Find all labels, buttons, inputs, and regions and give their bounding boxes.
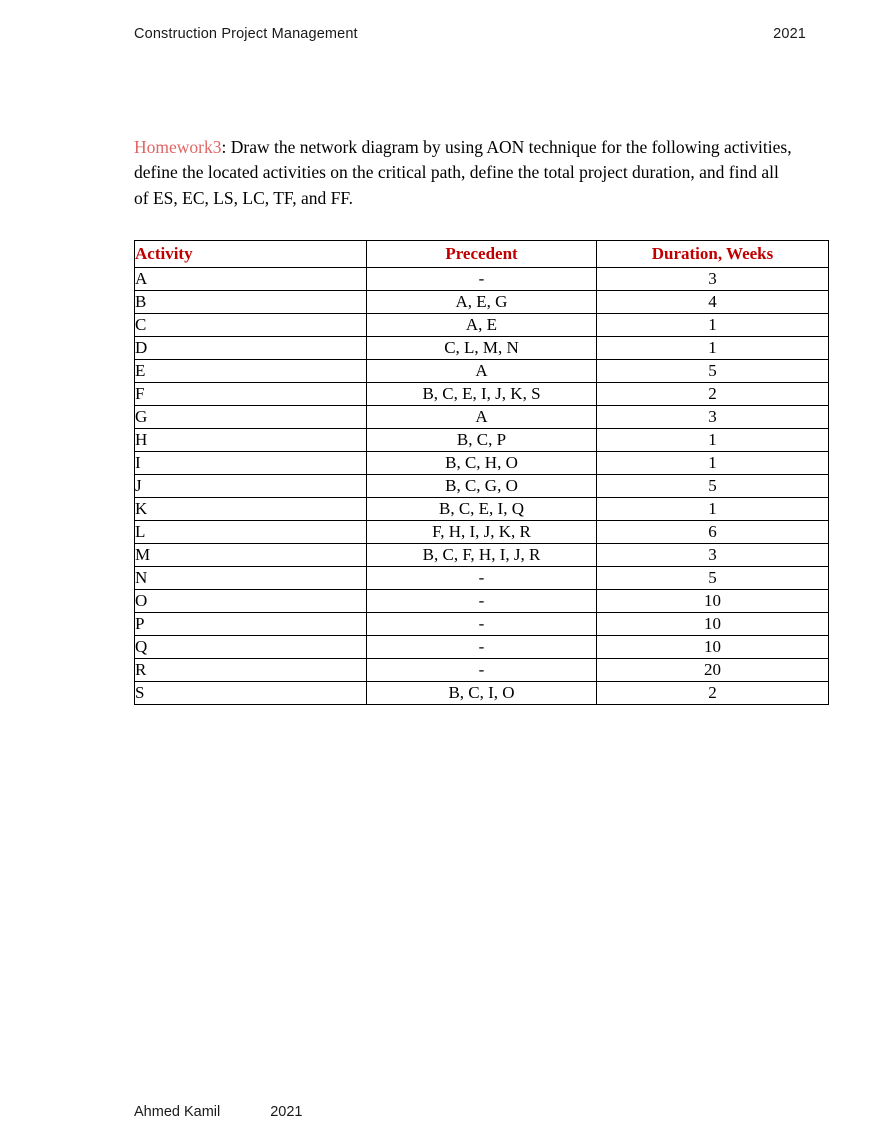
cell-duration: 1 xyxy=(596,497,829,521)
document-page: Construction Project Management 2021 Hom… xyxy=(0,0,891,1126)
cell-activity: B xyxy=(134,290,367,314)
column-header-precedent: Precedent xyxy=(366,240,597,268)
footer-author: Ahmed Kamil xyxy=(134,1104,221,1120)
column-header-duration: Duration, Weeks xyxy=(596,240,829,268)
table-row: M B, C, F, H, I, J, R3 xyxy=(134,543,829,567)
cell-activity: D xyxy=(134,336,367,360)
table-header-row-group: Activity Precedent Duration, Weeks xyxy=(134,240,829,268)
cell-activity: K xyxy=(134,497,367,521)
prompt-body: Draw the network diagram by using AON te… xyxy=(134,136,792,208)
cell-duration: 1 xyxy=(596,336,829,360)
header-title: Construction Project Management xyxy=(134,26,358,42)
table-row: I B, C, H, O1 xyxy=(134,451,829,475)
homework-label: Homework3 xyxy=(134,136,222,157)
table-row: K B, C, E, I, Q1 xyxy=(134,497,829,521)
table-row: C A, E1 xyxy=(134,313,829,337)
cell-activity: G xyxy=(134,405,367,429)
cell-duration: 3 xyxy=(596,405,829,429)
table-row: N-5 xyxy=(134,566,829,590)
table-row: O -10 xyxy=(134,589,829,613)
cell-duration: 5 xyxy=(596,566,829,590)
table-row: S B, C, I, O2 xyxy=(134,681,829,705)
cell-activity: C xyxy=(134,313,367,337)
cell-activity: A xyxy=(134,267,367,291)
cell-precedent: B, C, F, H, I, J, R xyxy=(366,543,597,567)
cell-precedent: B, C, I, O xyxy=(366,681,597,705)
cell-activity: F xyxy=(134,382,367,406)
table-row: H B, C, P1 xyxy=(134,428,829,452)
cell-precedent: A, E xyxy=(366,313,597,337)
footer-year: 2021 xyxy=(270,1104,303,1120)
cell-activity: R xyxy=(134,658,367,682)
table-row: P -10 xyxy=(134,612,829,636)
cell-activity: O xyxy=(134,589,367,613)
cell-duration: 2 xyxy=(596,681,829,705)
cell-precedent: - xyxy=(366,566,597,590)
cell-activity: Q xyxy=(134,635,367,659)
cell-precedent: F, H, I, J, K, R xyxy=(366,520,597,544)
cell-activity: E xyxy=(134,359,367,383)
cell-precedent: A, E, G xyxy=(366,290,597,314)
cell-precedent: - xyxy=(366,267,597,291)
cell-precedent: B, C, G, O xyxy=(366,474,597,498)
cell-precedent: - xyxy=(366,612,597,636)
cell-activity: P xyxy=(134,612,367,636)
cell-duration: 5 xyxy=(596,474,829,498)
cell-duration: 5 xyxy=(596,359,829,383)
cell-activity: M xyxy=(134,543,367,567)
cell-duration: 1 xyxy=(596,313,829,337)
table-header-row: Activity Precedent Duration, Weeks xyxy=(134,240,829,268)
cell-precedent: B, C, P xyxy=(366,428,597,452)
header-year: 2021 xyxy=(773,26,806,42)
table-row: F B, C, E, I, J, K, S2 xyxy=(134,382,829,406)
cell-activity: H xyxy=(134,428,367,452)
cell-duration: 3 xyxy=(596,267,829,291)
cell-precedent: - xyxy=(366,635,597,659)
table-row: R -20 xyxy=(134,658,829,682)
cell-duration: 10 xyxy=(596,635,829,659)
cell-duration: 1 xyxy=(596,451,829,475)
table-body: A -3 B A, E, G 4 C A, E 1 D C, L, M, N 1 E A 5 F B, C, … xyxy=(134,267,829,705)
activity-table: Activity Precedent Duration, Weeks A-3BA… xyxy=(134,240,829,705)
cell-precedent: - xyxy=(366,658,597,682)
cell-duration: 4 xyxy=(596,290,829,314)
table-row: J B, C, G, O5 xyxy=(134,474,829,498)
table-row: GA3 xyxy=(134,405,829,429)
cell-duration: 1 xyxy=(596,428,829,452)
cell-duration: 2 xyxy=(596,382,829,406)
cell-precedent: A xyxy=(366,359,597,383)
table-row: EA5 xyxy=(134,359,829,383)
document-header: Construction Project Management 2021 xyxy=(134,26,806,42)
table-row: L F, H, I, J, K, R6 xyxy=(134,520,829,544)
cell-precedent: A xyxy=(366,405,597,429)
cell-activity: N xyxy=(134,566,367,590)
cell-duration: 3 xyxy=(596,543,829,567)
table-row: B A, E, G4 xyxy=(134,290,829,314)
cell-duration: 10 xyxy=(596,612,829,636)
cell-precedent: - xyxy=(366,589,597,613)
assignment-prompt: Homework3: Draw the network diagram by u… xyxy=(134,135,794,212)
cell-activity: L xyxy=(134,520,367,544)
cell-activity: J xyxy=(134,474,367,498)
column-header-activity: Activity xyxy=(134,240,367,268)
table-row: A-3 xyxy=(134,267,829,291)
cell-activity: I xyxy=(134,451,367,475)
activity-table-wrapper: Activity Precedent Duration, Weeks A-3BA… xyxy=(134,240,829,705)
cell-activity: S xyxy=(134,681,367,705)
cell-precedent: B, C, E, I, Q xyxy=(366,497,597,521)
table-row: Q -10 xyxy=(134,635,829,659)
cell-duration: 20 xyxy=(596,658,829,682)
table-row: D C, L, M, N1 xyxy=(134,336,829,360)
cell-duration: 10 xyxy=(596,589,829,613)
cell-precedent: B, C, H, O xyxy=(366,451,597,475)
cell-precedent: B, C, E, I, J, K, S xyxy=(366,382,597,406)
cell-precedent: C, L, M, N xyxy=(366,336,597,360)
document-footer: Ahmed Kamil 2021 xyxy=(134,1104,303,1120)
cell-duration: 6 xyxy=(596,520,829,544)
